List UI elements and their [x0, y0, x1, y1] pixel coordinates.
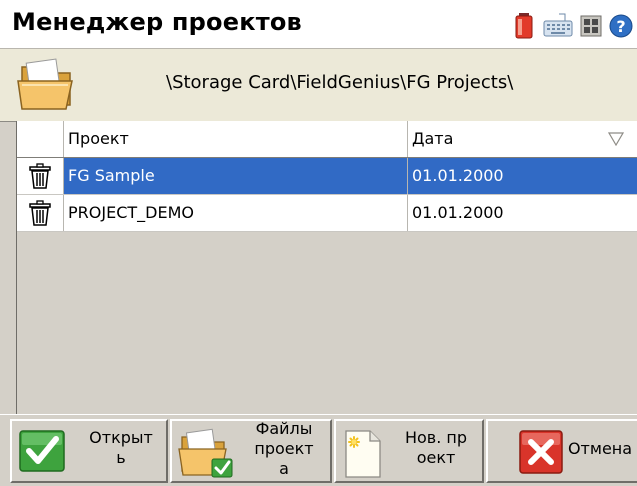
project-files-icon	[178, 428, 233, 478]
trash-icon[interactable]	[28, 163, 52, 189]
folder-icon[interactable]	[14, 55, 80, 115]
project-files-button[interactable]: Файлы проект а	[170, 419, 332, 483]
help-icon[interactable]: ?	[609, 11, 633, 39]
project-name-cell[interactable]: FG Sample	[64, 158, 408, 194]
battery-icon[interactable]	[513, 11, 537, 39]
project-date-cell[interactable]: 01.01.2000	[408, 158, 637, 194]
system-tray: ?	[513, 10, 633, 40]
table-header: Проект Дата	[17, 121, 637, 158]
project-date: 01.01.2000	[412, 203, 504, 222]
project-manager-window: Менеджер проектов ? \Storage Card\FieldG…	[0, 0, 637, 486]
column-header-date[interactable]: Дата	[408, 121, 637, 157]
project-name: PROJECT_DEMO	[68, 203, 194, 222]
delete-cell[interactable]	[17, 158, 64, 194]
column-header-label: Проект	[68, 129, 129, 148]
trash-icon[interactable]	[28, 200, 52, 226]
delete-cell[interactable]	[17, 195, 64, 231]
checkmark-icon	[19, 430, 65, 472]
new-document-icon	[345, 430, 381, 478]
new-project-button[interactable]: Нов. пр оект	[334, 419, 484, 483]
project-name: FG Sample	[68, 166, 155, 185]
open-button[interactable]: Открыт ь	[10, 419, 168, 483]
project-name-cell[interactable]: PROJECT_DEMO	[64, 195, 408, 231]
svg-text:?: ?	[616, 17, 625, 36]
bottom-toolbar: Открыт ь Файлы проект а Нов. пр оект Отм…	[0, 414, 637, 486]
project-date-cell[interactable]: 01.01.2000	[408, 195, 637, 231]
project-date: 01.01.2000	[412, 166, 504, 185]
cancel-button[interactable]: Отмена	[486, 419, 637, 483]
windows-icon[interactable]	[579, 11, 603, 39]
header-corner	[17, 121, 64, 157]
path-bar: \Storage Card\FieldGenius\FG Projects\	[0, 49, 637, 122]
cancel-x-icon	[519, 430, 563, 474]
cancel-button-label: Отмена	[567, 439, 633, 458]
sort-triangle-icon	[608, 132, 624, 146]
open-button-label: Открыт ь	[89, 428, 153, 467]
table-row[interactable]: FG Sample 01.01.2000	[17, 158, 637, 195]
table-row[interactable]: PROJECT_DEMO 01.01.2000	[17, 195, 637, 232]
column-header-label: Дата	[412, 129, 454, 148]
window-title: Менеджер проектов	[12, 8, 302, 36]
column-header-project[interactable]: Проект	[64, 121, 408, 157]
keyboard-icon[interactable]	[543, 11, 573, 39]
current-path: \Storage Card\FieldGenius\FG Projects\	[166, 72, 514, 93]
project-files-button-label: Файлы проект а	[254, 419, 314, 478]
new-project-button-label: Нов. пр оект	[404, 428, 468, 467]
title-bar: Менеджер проектов ?	[0, 0, 637, 49]
project-table: Проект Дата FG Sample 01.01.2000 PROJECT…	[16, 121, 637, 414]
